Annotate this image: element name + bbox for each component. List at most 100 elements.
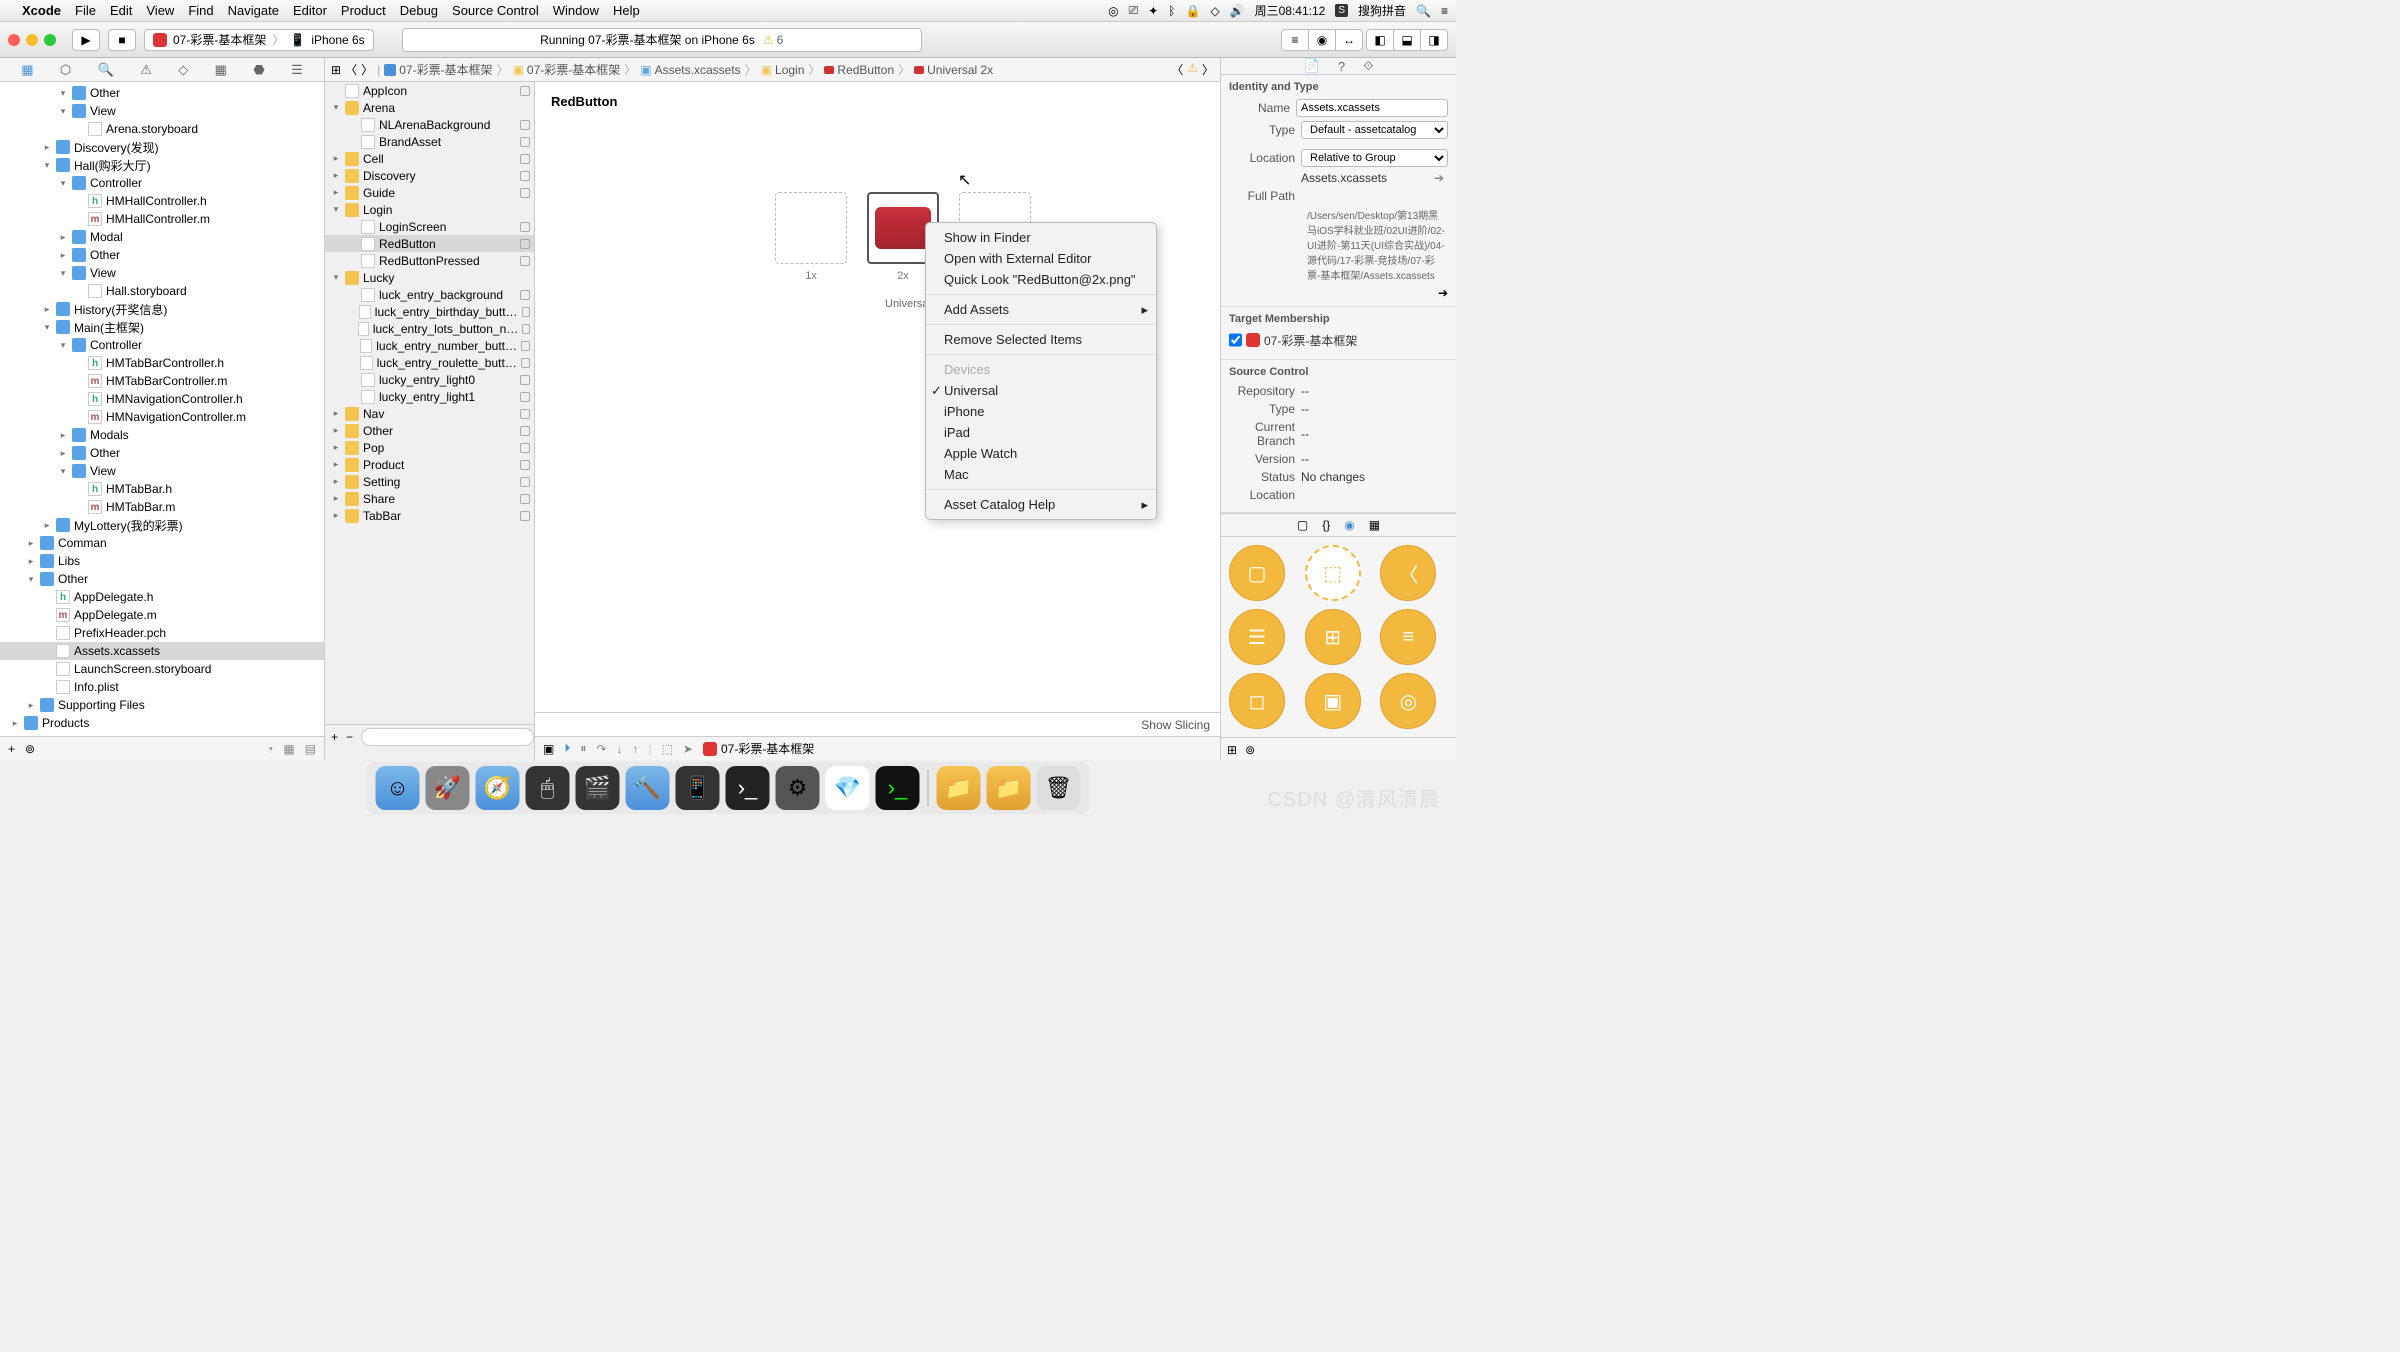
asset-row[interactable]: ▸Other (325, 422, 534, 439)
image-well-1x[interactable]: 1x (775, 192, 847, 282)
tree-row[interactable]: hAppDelegate.h (0, 588, 324, 606)
asset-row[interactable]: ▸Discovery (325, 167, 534, 184)
menu-item[interactable]: Show in Finder (926, 227, 1156, 248)
asset-row[interactable]: RedButtonPressed (325, 252, 534, 269)
menu-editor[interactable]: Editor (293, 3, 327, 18)
tree-row[interactable]: hHMTabBarController.h (0, 354, 324, 372)
tree-row[interactable]: ▸Discovery(发现) (0, 138, 324, 156)
notifications-icon[interactable]: ≡ (1441, 4, 1448, 18)
asset-row[interactable]: ▸TabBar (325, 507, 534, 524)
display-icon[interactable]: ⎚ (1129, 3, 1139, 18)
menu-item[interactable]: Quick Look "RedButton@2x.png" (926, 269, 1156, 290)
tree-row[interactable]: ▸MyLottery(我的彩票) (0, 516, 324, 534)
menu-help[interactable]: Help (613, 3, 640, 18)
asset-filter-input[interactable] (361, 728, 534, 746)
project-tree[interactable]: ▾Other▾ViewArena.storyboard▸Discovery(发现… (0, 82, 324, 736)
asset-row[interactable]: luck_entry_number_butt… (325, 337, 534, 354)
reveal-icon[interactable]: ➔ (1434, 171, 1448, 185)
terminal-app[interactable]: ›_ (726, 766, 770, 810)
lib-item[interactable]: 〈 (1380, 545, 1436, 601)
tree-row[interactable]: ▸Products (0, 714, 324, 732)
file-inspector-icon[interactable]: 📄 (1304, 58, 1320, 74)
lib-item[interactable]: ◎ (1380, 673, 1436, 729)
tree-row[interactable]: ▾View (0, 264, 324, 282)
simulator-app[interactable]: 📱 (676, 766, 720, 810)
sketch-app[interactable]: 💎 (826, 766, 870, 810)
ime-label[interactable]: 搜狗拼音 (1358, 2, 1406, 19)
scheme-selector[interactable]: 07-彩票-基本框架 〉 📱 iPhone 6s (144, 29, 374, 51)
show-slicing-button[interactable]: Show Slicing (1141, 718, 1210, 732)
name-field[interactable] (1296, 99, 1448, 117)
lib-item[interactable]: ▣ (1305, 673, 1361, 729)
nav-forward[interactable]: 〉 (361, 61, 373, 78)
tree-row[interactable]: ▸Supporting Files (0, 696, 324, 714)
asset-row[interactable]: ▸Pop (325, 439, 534, 456)
launchpad-app[interactable]: 🚀 (426, 766, 470, 810)
code-snippet-icon[interactable]: {} (1322, 518, 1330, 532)
lib-item[interactable]: ≡ (1380, 609, 1436, 665)
standard-editor[interactable]: ≡ (1281, 29, 1309, 51)
asset-row[interactable]: ▸Share (325, 490, 534, 507)
menu-item[interactable]: Mac (926, 464, 1156, 485)
menu-file[interactable]: File (75, 3, 96, 18)
lib-item[interactable]: ▢ (1229, 545, 1285, 601)
tree-row[interactable]: PrefixHeader.pch (0, 624, 324, 642)
find-nav-icon[interactable]: 🔍 (98, 62, 114, 78)
asset-canvas[interactable]: RedButton 1x 2x 3x Universal Show in Fin… (535, 82, 1220, 760)
mouse-app[interactable]: 🖱 (526, 766, 570, 810)
target-checkbox[interactable] (1229, 331, 1242, 349)
remove-asset-button[interactable]: − (346, 730, 353, 744)
related-items-icon[interactable]: ⊞ (331, 63, 341, 77)
hide-debug-icon[interactable]: ▣ (543, 742, 554, 756)
run-button[interactable]: ▶ (72, 29, 100, 51)
breakpoint-nav-icon[interactable]: ⬣ (253, 62, 264, 78)
version-editor[interactable]: ↔ (1335, 29, 1363, 51)
menu-item[interactable]: Add Assets (926, 299, 1156, 320)
tree-row[interactable]: ▸Modals (0, 426, 324, 444)
bluetooth-icon[interactable]: ᛒ (1168, 4, 1175, 18)
tree-row[interactable]: mHMTabBar.m (0, 498, 324, 516)
menu-item[interactable]: Asset Catalog Help (926, 494, 1156, 515)
menu-find[interactable]: Find (188, 3, 213, 18)
asset-row[interactable]: ▸Nav (325, 405, 534, 422)
tree-row[interactable]: hHMTabBar.h (0, 480, 324, 498)
menu-item[interactable]: Universal (926, 380, 1156, 401)
plus-icon[interactable]: ✦ (1148, 4, 1158, 18)
finder-app[interactable]: ☺ (376, 766, 420, 810)
settings-app[interactable]: ⚙ (776, 766, 820, 810)
asset-row[interactable]: ▸Cell (325, 150, 534, 167)
tree-row[interactable]: Arena.storyboard (0, 120, 324, 138)
nav-back[interactable]: 〈 (345, 61, 357, 78)
pause-icon[interactable]: ⏸ (580, 741, 586, 756)
tree-row[interactable]: ▾View (0, 462, 324, 480)
clock[interactable]: 周三08:41:12 (1255, 2, 1326, 19)
tree-row[interactable]: Info.plist (0, 678, 324, 696)
tree-row[interactable]: LaunchScreen.storyboard (0, 660, 324, 678)
view-debug-icon[interactable]: ⬚ (662, 742, 673, 756)
folder2-app[interactable]: 📁 (987, 766, 1031, 810)
prev-issue[interactable]: 〈 (1171, 61, 1183, 78)
tree-row[interactable]: ▸Other (0, 246, 324, 264)
tree-row[interactable]: mHMNavigationController.m (0, 408, 324, 426)
reveal-finder-icon[interactable]: ➔ (1438, 286, 1448, 300)
step-over-icon[interactable]: ↷ (596, 742, 606, 756)
step-out-icon[interactable]: ↑ (632, 742, 638, 756)
grid-view-icon[interactable]: ⊞ (1227, 743, 1237, 757)
lib-item[interactable]: ⬚ (1305, 545, 1361, 601)
asset-row[interactable]: luck_entry_birthday_butt… (325, 303, 534, 320)
asset-row[interactable]: ▸Product (325, 456, 534, 473)
tree-row[interactable]: ▸History(开奖信息) (0, 300, 324, 318)
tree-row[interactable]: mHMHallController.m (0, 210, 324, 228)
menu-view[interactable]: View (146, 3, 174, 18)
tree-row[interactable]: ▾Controller (0, 336, 324, 354)
tree-row[interactable]: Hall.storyboard (0, 282, 324, 300)
menu-item[interactable]: Open with External Editor (926, 248, 1156, 269)
menu-item[interactable]: Apple Watch (926, 443, 1156, 464)
filter-button[interactable]: ▤ (305, 742, 316, 756)
menu-app[interactable]: Xcode (22, 3, 61, 18)
ime-indicator[interactable]: S (1335, 4, 1348, 17)
tree-row[interactable]: ▾View (0, 102, 324, 120)
volume-icon[interactable]: 🔊 (1230, 4, 1245, 18)
tree-row[interactable]: ▸Modal (0, 228, 324, 246)
object-library-icon[interactable]: ◉ (1344, 518, 1354, 532)
